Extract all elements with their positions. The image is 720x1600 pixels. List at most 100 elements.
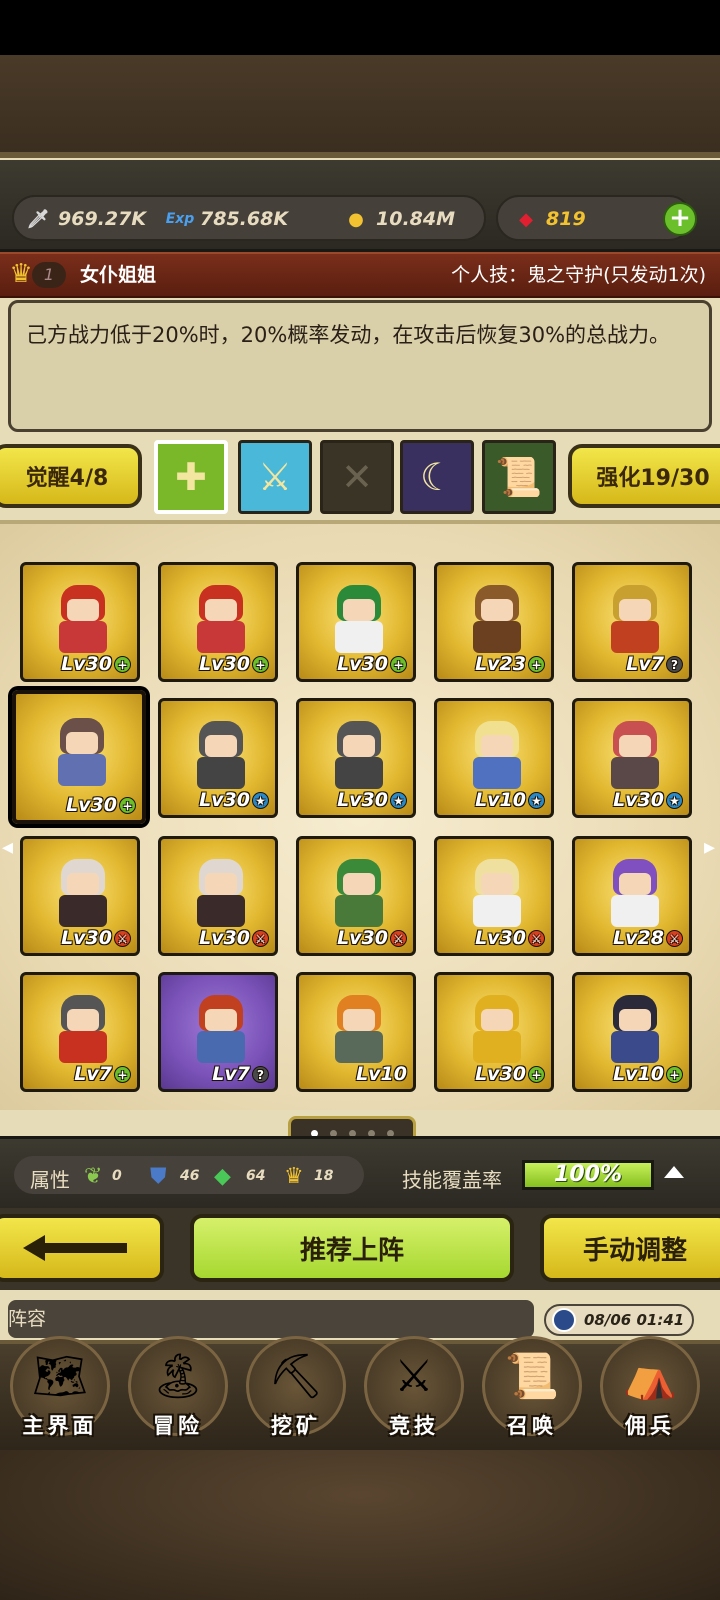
- hero-card[interactable]: Lv30 ★: [572, 698, 692, 818]
- lineup-bar[interactable]: 阵容: [8, 1300, 534, 1338]
- nav-item[interactable]: 🏝 冒险: [120, 1336, 236, 1448]
- hero-level-text: Lv10: [356, 1063, 407, 1085]
- nav-item[interactable]: ⛺ 佣兵: [592, 1336, 708, 1448]
- skill-slot-4[interactable]: ☾: [400, 440, 474, 514]
- nav-label: 召唤: [507, 1414, 557, 1438]
- pickaxe-icon: ⛏: [268, 1351, 324, 1402]
- hero-sprite: [51, 857, 115, 929]
- hero-card[interactable]: Lv10: [296, 972, 416, 1092]
- purple-horn-icon: ☾: [419, 455, 455, 499]
- skill-slot-5[interactable]: 📜: [482, 440, 556, 514]
- hero-card[interactable]: Lv30 +: [434, 972, 554, 1092]
- magic-sword-icon: ⚔: [257, 455, 293, 499]
- nav-item[interactable]: 🗺 主界面: [2, 1336, 118, 1448]
- nav-item[interactable]: ⚔ 竞技: [356, 1336, 472, 1448]
- hero-card[interactable]: Lv7?: [572, 562, 692, 682]
- hero-face: [481, 735, 513, 757]
- plus-badge-icon: +: [666, 1065, 683, 1083]
- power-display: 🗡 969.27K: [24, 205, 146, 233]
- star-badge-icon: ★: [666, 791, 683, 809]
- skill-description: 己方战力低于20%时，20%概率发动，在攻击后恢复30%的总战力。: [26, 323, 671, 347]
- hero-card[interactable]: Lv10 ★: [434, 698, 554, 818]
- hero-level-text: Lv7: [212, 1063, 250, 1085]
- hero-card[interactable]: Lv7?: [158, 972, 278, 1092]
- gold-display: ● 10.84M: [342, 205, 455, 233]
- hero-face: [619, 873, 651, 895]
- hero-card[interactable]: Lv7 +: [20, 972, 140, 1092]
- golden-cross-icon: ✚: [175, 455, 207, 499]
- ruby-icon: ◆: [519, 208, 533, 230]
- coverage-value: 100%: [554, 1162, 622, 1187]
- coverage-label: 技能覆盖率: [402, 1168, 502, 1192]
- hero-card[interactable]: Lv30 ⚔: [158, 836, 278, 956]
- plus-badge-icon: +: [252, 655, 269, 673]
- hero-body: [197, 895, 245, 927]
- hero-face: [343, 1009, 375, 1031]
- exp-display: Exp 785.68K: [166, 205, 288, 233]
- expand-up-icon[interactable]: [664, 1166, 684, 1178]
- hero-card[interactable]: Lv30 ⚔: [296, 836, 416, 956]
- hero-body: [335, 757, 383, 789]
- crossed-swords-icon: ⚔: [394, 1350, 434, 1402]
- hero-sprite: [603, 719, 667, 791]
- star-badge-icon: ★: [528, 791, 545, 809]
- hero-level: Lv10: [356, 1063, 407, 1085]
- hero-level: Lv28 ⚔: [613, 927, 683, 949]
- gem-attr-icon: ◆: [214, 1164, 231, 1189]
- hero-card[interactable]: Lv30 ⚔: [434, 836, 554, 956]
- hero-level-text: Lv30: [199, 653, 250, 675]
- hero-level-text: Lv30: [475, 1063, 526, 1085]
- hero-sprite: [327, 857, 391, 929]
- scroll-icon: 📜: [495, 454, 543, 499]
- hero-card[interactable]: Lv30 +: [158, 562, 278, 682]
- hero-sprite: [51, 993, 115, 1065]
- sword-badge-icon: ⚔: [528, 929, 545, 947]
- hero-level-text: Lv30: [613, 789, 664, 811]
- back-button[interactable]: [0, 1214, 164, 1282]
- skill-slot-1[interactable]: ✚: [154, 440, 228, 514]
- sword-badge-icon: ⚔: [390, 929, 407, 947]
- hero-card[interactable]: Lv30 +: [296, 562, 416, 682]
- nav-item[interactable]: 📜 召唤: [474, 1336, 590, 1448]
- nav-item[interactable]: ⛏ 挖矿: [238, 1336, 354, 1448]
- next-page-arrow[interactable]: ▸: [704, 836, 718, 860]
- crown-attr-icon: ♛: [284, 1164, 304, 1189]
- manual-adjust-button[interactable]: 手动调整: [540, 1214, 720, 1282]
- hero-level-text: Lv30: [66, 794, 117, 816]
- hero-sprite: [50, 716, 114, 788]
- hero-body: [473, 621, 521, 653]
- hero-card[interactable]: Lv30 ★: [158, 698, 278, 818]
- hero-card[interactable]: Lv30 ★: [296, 698, 416, 818]
- enhance-button[interactable]: 强化19/30: [568, 444, 720, 508]
- hero-level: Lv30 ★: [613, 789, 683, 811]
- hero-sprite: [465, 583, 529, 655]
- hero-card[interactable]: Lv28 ⚔: [572, 836, 692, 956]
- skill-slot-2[interactable]: ⚔: [238, 440, 312, 514]
- clock-icon: [552, 1308, 576, 1332]
- sword-badge-icon: ⚔: [114, 929, 131, 947]
- hero-face: [66, 732, 98, 754]
- hero-card[interactable]: Lv30 +: [12, 690, 146, 824]
- personal-skill-title: 个人技：鬼之守护(只发动1次): [451, 264, 706, 286]
- add-gems-button[interactable]: +: [663, 202, 697, 236]
- recommend-lineup-button[interactable]: 推荐上阵: [190, 1214, 514, 1282]
- hero-body: [473, 757, 521, 789]
- hero-level: Lv30 +: [66, 794, 136, 816]
- hero-card[interactable]: Lv30 +: [20, 562, 140, 682]
- hero-level-text: Lv30: [475, 927, 526, 949]
- hero-level: Lv30 +: [475, 1063, 545, 1085]
- hero-card[interactable]: Lv23 +: [434, 562, 554, 682]
- hero-card[interactable]: Lv10 +: [572, 972, 692, 1092]
- sword-badge-icon: ⚔: [666, 929, 683, 947]
- prev-page-arrow[interactable]: ◂: [2, 836, 16, 860]
- hero-body: [335, 1031, 383, 1063]
- map-scroll-icon: 🗺: [32, 1351, 88, 1402]
- hero-level: Lv10 +: [613, 1063, 683, 1085]
- hero-face: [205, 599, 237, 621]
- hero-face: [619, 599, 651, 621]
- hero-card[interactable]: Lv30 ⚔: [20, 836, 140, 956]
- skill-slot-3[interactable]: ✕: [320, 440, 394, 514]
- sword-badge-icon: ⚔: [252, 929, 269, 947]
- awaken-button[interactable]: 觉醒4/8: [0, 444, 142, 508]
- gold-value: 10.84M: [376, 208, 456, 230]
